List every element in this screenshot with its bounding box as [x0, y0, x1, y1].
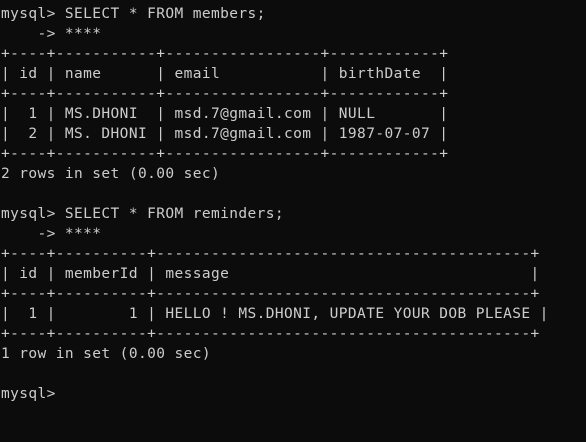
mysql-prompt: mysql> [1, 386, 56, 402]
prompt-line: mysql> SELECT * FROM members; [1, 6, 266, 22]
table-border: +----+----------+-----------------------… [1, 286, 540, 302]
table-border: +----+----------+-----------------------… [1, 246, 540, 262]
continuation-line: -> **** [1, 26, 102, 42]
active-prompt-line[interactable]: mysql> [1, 384, 64, 404]
table-row: | 1 | MS.DHONI | msd.7@gmail.com | NULL … [1, 106, 449, 122]
continuation-line: -> **** [1, 226, 102, 242]
table-row: | 1 | 1 | HELLO ! MS.DHONI, UPDATE YOUR … [1, 306, 549, 322]
table-border: +----+----------+-----------------------… [1, 326, 540, 342]
table-header-row: | id | name | email | birthDate | [1, 66, 449, 82]
table-row: | 2 | MS. DHONI | msd.7@gmail.com | 1987… [1, 126, 449, 142]
text-cursor [56, 387, 64, 401]
result-summary: 1 row in set (0.00 sec) [1, 346, 211, 362]
terminal-window[interactable]: mysql> SELECT * FROM members; -> **** +-… [0, 0, 586, 442]
table-border: +----+-----------+-----------------+----… [1, 86, 449, 102]
prompt-line: mysql> SELECT * FROM reminders; [1, 206, 285, 222]
table-border: +----+-----------+-----------------+----… [1, 146, 449, 162]
table-border: +----+-----------+-----------------+----… [1, 46, 449, 62]
table-header-row: | id | memberId | message | [1, 266, 540, 282]
result-summary: 2 rows in set (0.00 sec) [1, 166, 221, 182]
